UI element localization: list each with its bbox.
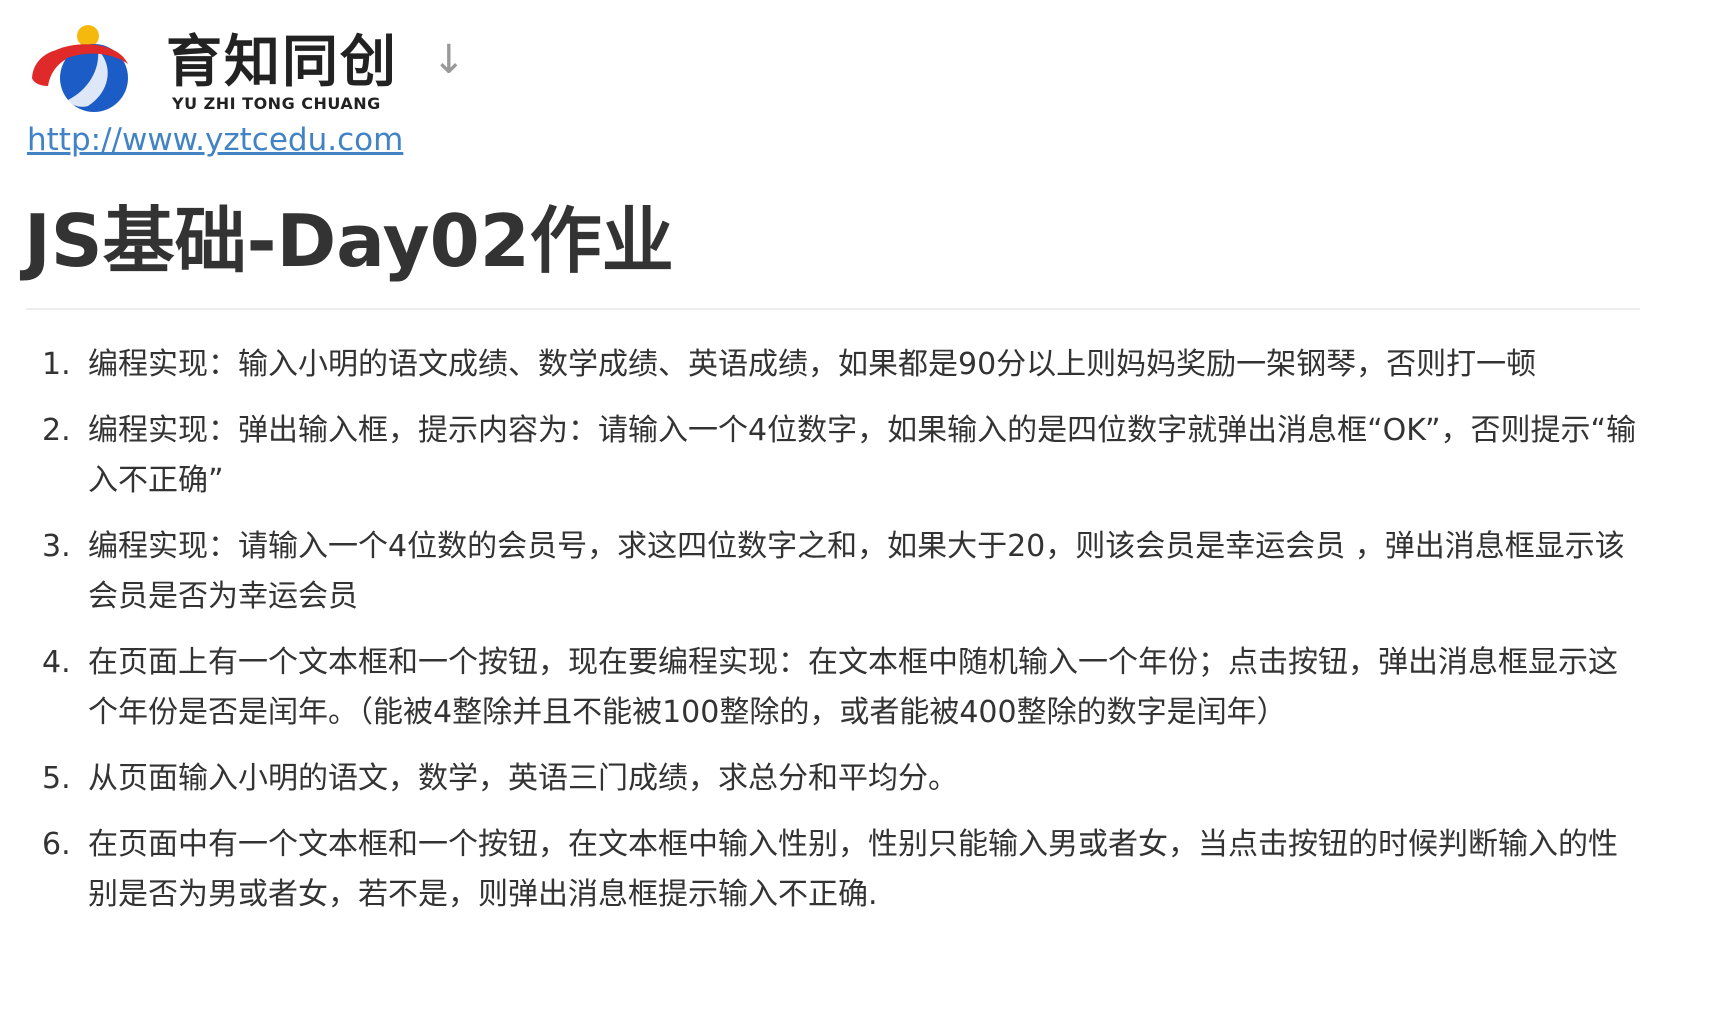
list-item: 4. 在页面上有一个文本框和一个按钮，现在要编程实现：在文本框中随机输入一个年份… [0, 638, 1640, 738]
list-item-text: 编程实现：请输入一个4位数的会员号，求这四位数字之和，如果大于20，则该会员是幸… [88, 529, 1625, 614]
list-item-text: 编程实现：输入小明的语文成绩、数学成绩、英语成绩，如果都是90分以上则妈妈奖励一… [88, 347, 1537, 382]
logo-wordmark: 育知同创 YU ZHI TONG CHUANG [166, 30, 426, 114]
list-item-number: 6. [42, 827, 71, 862]
list-item-number: 3. [42, 529, 71, 564]
logo-name-cn: 育知同创 [166, 30, 398, 95]
logo-emblem-icon [32, 25, 128, 112]
logo-name-en: YU ZHI TONG CHUANG [172, 94, 381, 113]
list-item-number: 5. [42, 761, 71, 796]
list-item-number: 2. [42, 413, 71, 448]
list-item: 5. 从页面输入小明的语文，数学，英语三门成绩，求总分和平均分。 [0, 754, 1640, 804]
list-item-number: 4. [42, 645, 71, 680]
logo-emblem-head [77, 25, 99, 47]
logo: 育知同创 YU ZHI TONG CHUANG [28, 20, 468, 116]
task-list: 1. 编程实现：输入小明的语文成绩、数学成绩、英语成绩，如果都是90分以上则妈妈… [0, 340, 1680, 936]
list-item: 1. 编程实现：输入小明的语文成绩、数学成绩、英语成绩，如果都是90分以上则妈妈… [0, 340, 1640, 390]
page-title: JS基础-Day02作业 [24, 199, 674, 283]
list-item-text: 在页面上有一个文本框和一个按钮，现在要编程实现：在文本框中随机输入一个年份；点击… [88, 645, 1618, 730]
website-link[interactable]: http://www.yztcedu.com [27, 122, 403, 158]
down-arrow-icon: ↓ [432, 37, 466, 83]
list-item: 6. 在页面中有一个文本框和一个按钮，在文本框中输入性别，性别只能输入男或者女，… [0, 820, 1640, 920]
list-item-number: 1. [42, 347, 71, 382]
list-item: 2. 编程实现：弹出输入框，提示内容为：请输入一个4位数字，如果输入的是四位数字… [0, 406, 1640, 506]
document-page: 育知同创 YU ZHI TONG CHUANG ↓ http://www.yzt… [0, 0, 1726, 1024]
list-item-text: 从页面输入小明的语文，数学，英语三门成绩，求总分和平均分。 [88, 761, 958, 796]
list-item: 3. 编程实现：请输入一个4位数的会员号，求这四位数字之和，如果大于20，则该会… [0, 522, 1640, 622]
list-item-text: 编程实现：弹出输入框，提示内容为：请输入一个4位数字，如果输入的是四位数字就弹出… [88, 413, 1637, 498]
list-item-text: 在页面中有一个文本框和一个按钮，在文本框中输入性别，性别只能输入男或者女，当点击… [88, 827, 1618, 912]
title-divider [26, 308, 1640, 310]
